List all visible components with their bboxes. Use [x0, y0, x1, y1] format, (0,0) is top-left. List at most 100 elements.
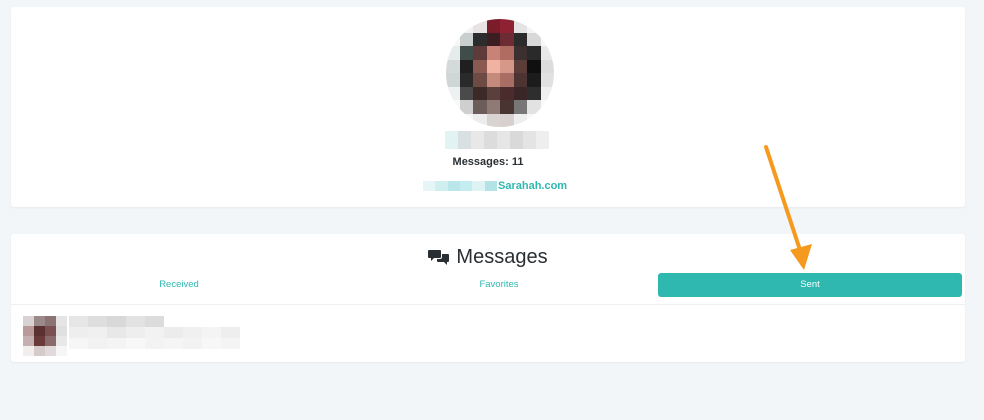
avatar-pixel — [513, 32, 527, 46]
avatar-pixel — [473, 73, 487, 87]
name-blur-pixel — [523, 131, 536, 149]
avatar-pixel — [486, 86, 500, 100]
name-blur-pixel — [497, 131, 510, 149]
message-text-blurred — [69, 316, 259, 350]
name-blur-pixel — [484, 131, 497, 149]
avatar-pixel — [486, 59, 500, 73]
avatar-pixel — [473, 59, 487, 73]
item-avatar-pixel — [56, 346, 67, 356]
item-text-pixel — [69, 327, 88, 338]
avatar-pixel — [513, 100, 527, 114]
name-blur-pixel — [510, 131, 523, 149]
avatar-pixel — [459, 19, 473, 33]
chat-bubbles-icon — [428, 250, 450, 265]
item-avatar-pixel — [45, 326, 56, 336]
link-blur-pixel — [435, 181, 448, 191]
avatar-pixel — [540, 73, 554, 87]
avatar-pixel — [459, 46, 473, 60]
messages-tabs: Received Favorites Sent — [11, 273, 965, 297]
item-text-pixel — [88, 327, 107, 338]
profile-avatar — [446, 19, 554, 127]
item-text-pixel — [183, 338, 202, 349]
item-text-pixel — [240, 327, 259, 338]
avatar-pixel — [500, 59, 514, 73]
avatar-pixel — [527, 32, 541, 46]
profile-link-domain: Sarahah.com — [498, 180, 568, 192]
item-text-pixel — [240, 338, 259, 349]
item-avatar-pixel — [23, 316, 34, 326]
avatar-pixel — [446, 46, 460, 60]
avatar-pixel — [446, 113, 460, 127]
avatar-pixel — [513, 86, 527, 100]
avatar-pixel — [473, 32, 487, 46]
avatar-pixel — [473, 19, 487, 33]
profile-card: Messages: 11 Sarahah.com — [11, 7, 965, 207]
avatar-pixel — [459, 73, 473, 87]
avatar-pixel — [459, 100, 473, 114]
avatar-pixel — [500, 100, 514, 114]
avatar-pixel — [446, 59, 460, 73]
avatar-pixel — [540, 86, 554, 100]
messages-title: Messages — [456, 245, 548, 268]
item-avatar-pixel — [45, 346, 56, 356]
avatar-pixel — [540, 32, 554, 46]
avatar-pixel — [527, 46, 541, 60]
avatar-pixel — [500, 113, 514, 127]
item-text-pixel — [240, 316, 259, 327]
item-avatar-pixel — [45, 316, 56, 326]
item-text-pixel — [221, 327, 240, 338]
tab-sent[interactable]: Sent — [658, 273, 962, 297]
item-text-pixel — [145, 316, 164, 327]
item-avatar-pixel — [34, 346, 45, 356]
avatar-pixel — [486, 73, 500, 87]
item-text-pixel — [126, 316, 145, 327]
avatar-pixel — [540, 19, 554, 33]
avatar-pixel — [540, 59, 554, 73]
avatar-pixel — [459, 113, 473, 127]
item-avatar-pixel — [34, 336, 45, 346]
item-text-pixel — [107, 316, 126, 327]
messages-card: Messages Received Favorites Sent — [11, 234, 965, 362]
avatar-pixel — [500, 46, 514, 60]
item-text-pixel — [202, 327, 221, 338]
name-blur-pixel — [471, 131, 484, 149]
link-blur-pixel — [447, 181, 460, 191]
avatar-pixel — [540, 113, 554, 127]
avatar-pixel — [486, 100, 500, 114]
item-text-pixel — [107, 327, 126, 338]
avatar-pixel — [513, 113, 527, 127]
item-text-pixel — [145, 338, 164, 349]
avatar-pixel — [486, 46, 500, 60]
avatar-pixel — [513, 59, 527, 73]
avatar-pixel — [540, 46, 554, 60]
avatar-pixel — [486, 113, 500, 127]
item-text-pixel — [145, 327, 164, 338]
profile-name-blurred — [445, 131, 549, 149]
item-avatar-pixel — [34, 316, 45, 326]
list-item[interactable] — [23, 316, 263, 356]
profile-link[interactable]: Sarahah.com — [423, 179, 567, 193]
link-blur-pixel — [459, 181, 473, 191]
avatar-pixel — [446, 86, 460, 100]
avatar-pixel — [500, 32, 514, 46]
item-avatar-pixel — [45, 336, 56, 346]
avatar-pixel — [513, 46, 527, 60]
item-avatar-pixel — [34, 326, 45, 336]
message-avatar-blurred — [23, 316, 67, 356]
avatar-pixel — [473, 86, 487, 100]
avatar-pixel — [527, 100, 541, 114]
messages-count: Messages: 11 — [452, 156, 524, 168]
item-text-pixel — [126, 338, 145, 349]
avatar-pixel — [473, 113, 487, 127]
name-blur-pixel — [458, 131, 471, 149]
tab-received[interactable]: Received — [26, 273, 332, 297]
link-blur-pixel — [423, 181, 436, 191]
item-text-pixel — [126, 327, 145, 338]
item-avatar-pixel — [23, 326, 34, 336]
tab-favorites[interactable]: Favorites — [346, 273, 652, 297]
tabs-divider — [11, 304, 965, 305]
item-text-pixel — [164, 316, 183, 327]
item-text-pixel — [69, 338, 88, 349]
link-blur-pixel — [472, 181, 485, 191]
avatar-pixel — [527, 59, 541, 73]
